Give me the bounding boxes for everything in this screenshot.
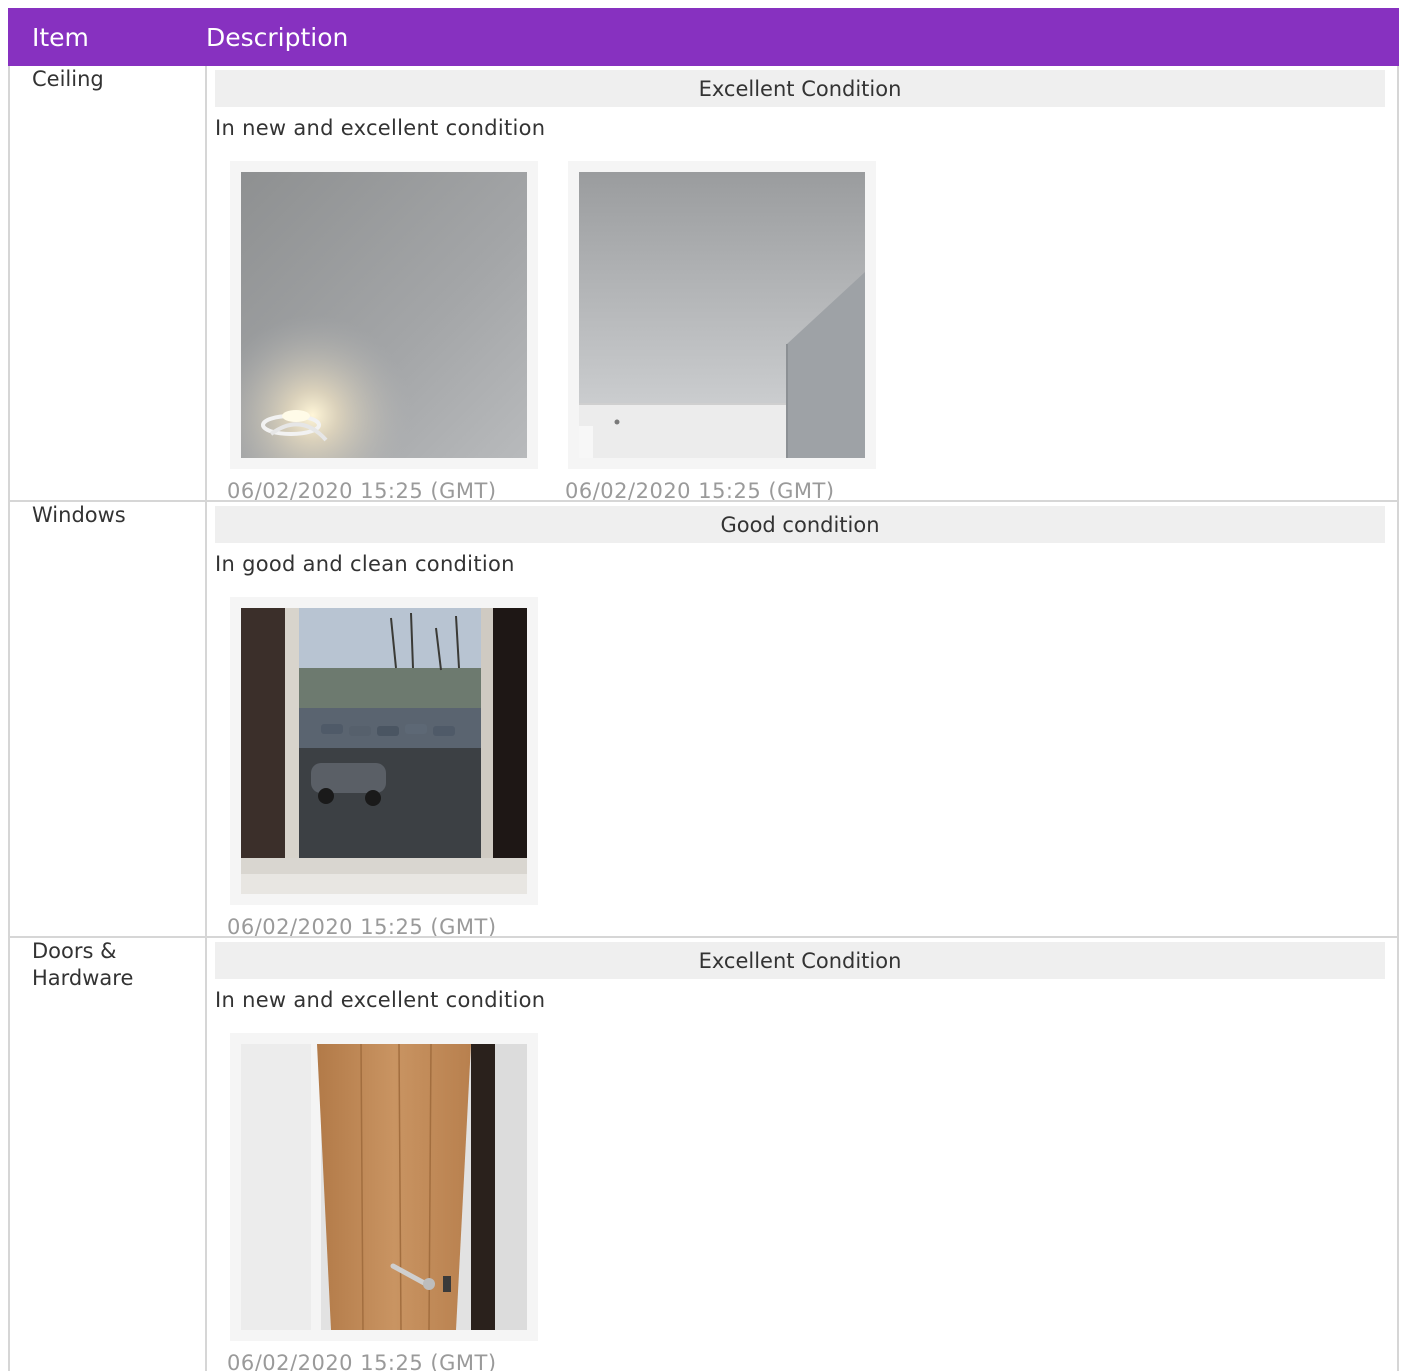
table-header: Item Description: [8, 8, 1399, 66]
header-description-label: Description: [206, 22, 349, 52]
photo-card[interactable]: 06/02/2020 15:25 (GMT): [227, 1033, 538, 1371]
ceiling-corner-photo: [579, 172, 865, 458]
photo-timestamp: 06/02/2020 15:25 (GMT): [565, 479, 835, 502]
row-item-name: Ceiling: [10, 66, 207, 500]
photo-card[interactable]: 06/02/2020 15:25 (GMT): [227, 161, 538, 502]
table-row: Doors & Hardware Excellent Condition In …: [8, 938, 1399, 1371]
description-text: In new and excellent condition: [215, 988, 546, 1012]
row-description: Excellent Condition In new and excellent…: [207, 66, 1397, 500]
photo-thumbnail[interactable]: [568, 161, 876, 469]
header-item-label: Item: [32, 22, 89, 52]
photo-thumbnail[interactable]: [230, 597, 538, 905]
table-row: Ceiling Excellent Condition In new and e…: [8, 66, 1399, 502]
photo-timestamp: 06/02/2020 15:25 (GMT): [227, 915, 497, 938]
row-item-name: Doors & Hardware: [10, 938, 207, 1371]
photo-gallery: 06/02/2020 15:25 (GMT): [215, 597, 1385, 938]
ceiling-light-photo: [241, 172, 527, 458]
row-description: Excellent Condition In new and excellent…: [207, 938, 1397, 1371]
description-text: In new and excellent condition: [215, 116, 546, 140]
table-row: Windows Good condition In good and clean…: [8, 502, 1399, 938]
photo-timestamp: 06/02/2020 15:25 (GMT): [227, 479, 497, 502]
photo-timestamp: 06/02/2020 15:25 (GMT): [227, 1351, 497, 1371]
inventory-report-table: Item Description Ceiling Excellent Condi…: [8, 8, 1399, 1371]
window-view-photo: [241, 608, 527, 894]
photo-thumbnail[interactable]: [230, 161, 538, 469]
door-photo: [241, 1044, 527, 1330]
condition-bar: Good condition: [215, 506, 1385, 543]
condition-bar: Excellent Condition: [215, 942, 1385, 979]
row-item-name: Windows: [10, 502, 207, 936]
condition-bar: Excellent Condition: [215, 70, 1385, 107]
photo-gallery: 06/02/2020 15:25 (GMT): [215, 161, 1385, 502]
photo-gallery: 06/02/2020 15:25 (GMT): [215, 1033, 1385, 1371]
row-description: Good condition In good and clean conditi…: [207, 502, 1397, 936]
photo-card[interactable]: 06/02/2020 15:25 (GMT): [227, 597, 538, 938]
description-text: In good and clean condition: [215, 552, 515, 576]
photo-card[interactable]: 06/02/2020 15:25 (GMT): [565, 161, 876, 502]
photo-thumbnail[interactable]: [230, 1033, 538, 1341]
